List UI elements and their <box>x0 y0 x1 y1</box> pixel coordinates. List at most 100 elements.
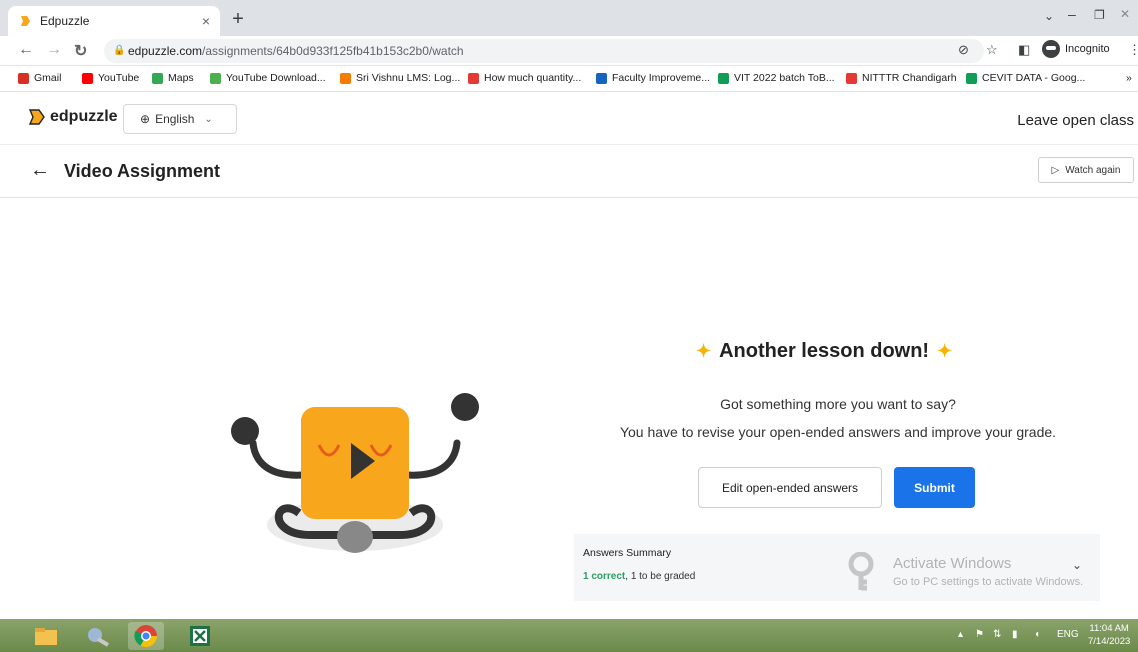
bookmark-favicon-icon <box>152 72 163 84</box>
logo-text: edpuzzle <box>50 108 118 125</box>
activate-windows-watermark: Activate Windows Go to PC settings to ac… <box>848 551 1083 597</box>
bookmark-favicon-icon <box>718 72 729 84</box>
eye-off-icon[interactable]: ⊘ <box>958 42 969 58</box>
bookmark-label: How much quantity... <box>484 72 582 84</box>
answers-summary-panel[interactable]: Answers Summary 1 correct, 1 to be grade… <box>574 534 1100 601</box>
language-select[interactable]: ⊕ English ⌄ <box>123 104 237 134</box>
mascot-right-arm <box>403 439 461 479</box>
mascot-left-hand <box>231 417 259 445</box>
side-panel-icon[interactable]: ◧ <box>1018 42 1030 58</box>
prompt-line-1: Got something more you want to say? <box>720 396 956 412</box>
bookmark-item[interactable]: Sri Vishnu LMS: Log... <box>340 72 460 84</box>
bookmark-label: YouTube Download... <box>226 72 326 84</box>
bookmark-label: Maps <box>168 72 194 84</box>
bookmarks-overflow-icon[interactable]: » <box>1126 72 1132 84</box>
edpuzzle-logo-icon <box>28 109 45 125</box>
tab-search-icon[interactable]: ⌄ <box>1044 9 1054 23</box>
reload-icon[interactable]: ↻ <box>74 41 87 61</box>
chevron-down-icon: ⌄ <box>204 113 213 125</box>
completion-headline: ✦ Another lesson down! ✦ <box>688 340 960 363</box>
url-path: /assignments/64b0d933f125fb41b153c2b0/wa… <box>202 44 464 58</box>
bookmark-item[interactable]: How much quantity... <box>468 72 581 84</box>
sparkle-icon: ✦ <box>937 341 953 361</box>
submit-button[interactable]: Submit <box>894 467 975 508</box>
bookmark-star-icon[interactable]: ☆ <box>986 42 998 58</box>
bookmark-item[interactable]: CEVIT DATA - Goog... <box>966 72 1085 84</box>
bookmark-favicon-icon <box>340 72 351 84</box>
input-language[interactable]: ENG <box>1057 629 1079 640</box>
watch-again-button[interactable]: ▷ Watch again <box>1038 157 1134 183</box>
new-tab-button[interactable]: + <box>226 8 250 32</box>
browser-toolbar: ← → ↻ 🔒 edpuzzle.com/assignments/64b0d93… <box>0 36 1138 66</box>
bookmark-label: CEVIT DATA - Goog... <box>982 72 1086 84</box>
network-icon[interactable]: ⇅ <box>993 629 1001 640</box>
play-outline-icon: ▷ <box>1051 164 1060 176</box>
restore-icon[interactable]: ❐ <box>1094 8 1105 22</box>
menu-kebab-icon[interactable]: ⋮ <box>1128 42 1138 58</box>
headline-text: Another lesson down! <box>719 340 930 362</box>
clock-time: 11:04 AM <box>1089 623 1129 634</box>
tab-close-icon[interactable]: × <box>202 13 210 29</box>
action-center-flag-icon[interactable]: ⚑ <box>975 629 984 640</box>
signal-bars-icon[interactable]: ▮ <box>1012 629 1018 640</box>
incognito-indicator[interactable]: Incognito <box>1042 40 1110 58</box>
incognito-icon <box>1042 40 1060 58</box>
browser-tab-strip: Edpuzzle × + ⌄ – ❐ ✕ <box>0 0 1138 36</box>
file-explorer-icon[interactable] <box>28 622 64 650</box>
bookmark-favicon-icon <box>596 72 607 84</box>
bookmark-label: NITTTR Chandigarh <box>862 72 957 84</box>
bookmark-item[interactable]: Gmail <box>18 72 61 84</box>
bookmark-favicon-icon <box>210 72 221 84</box>
edpuzzle-header: edpuzzle ⊕ English ⌄ Leave open class <box>0 93 1138 145</box>
bookmark-item[interactable]: YouTube <box>82 72 139 84</box>
activate-windows-title: Activate Windows <box>893 555 1012 572</box>
minimize-icon[interactable]: – <box>1068 6 1076 22</box>
language-label: English <box>155 112 195 126</box>
globe-icon: ⊕ <box>140 112 151 126</box>
leave-open-class-link[interactable]: Leave open class <box>1017 112 1134 129</box>
back-icon[interactable]: ← <box>18 41 34 59</box>
windows-taskbar: ▴ ⚑ ⇅ ▮ ◖ ENG 11:04 AM 7/14/2023 <box>0 619 1138 652</box>
chevron-down-icon[interactable]: ⌄ <box>1072 558 1082 572</box>
sparkle-icon: ✦ <box>696 341 712 361</box>
correct-count: 1 correct <box>583 571 626 582</box>
address-bar[interactable]: 🔒 edpuzzle.com/assignments/64b0d933f125f… <box>104 39 984 63</box>
edit-open-ended-answers-button[interactable]: Edit open-ended answers <box>698 467 882 508</box>
system-clock[interactable]: 11:04 AM 7/14/2023 <box>1088 622 1130 648</box>
answers-summary-title: Answers Summary <box>583 547 672 559</box>
browser-tab[interactable]: Edpuzzle × <box>8 6 220 36</box>
tab-title: Edpuzzle <box>40 14 90 28</box>
close-window-icon[interactable]: ✕ <box>1120 7 1130 21</box>
bookmark-label: Sri Vishnu LMS: Log... <box>356 72 461 84</box>
bookmark-favicon-icon <box>846 72 857 84</box>
bookmark-favicon-icon <box>468 72 479 84</box>
key-icon <box>848 551 874 591</box>
chrome-icon[interactable] <box>128 622 164 650</box>
clock-date: 7/14/2023 <box>1088 636 1131 647</box>
url-host: edpuzzle.com <box>128 44 203 58</box>
bookmark-favicon-icon <box>966 72 977 84</box>
bookmark-item[interactable]: YouTube Download... <box>210 72 326 84</box>
graded-count: 1 to be graded <box>630 571 696 582</box>
answers-summary-detail: 1 correct, 1 to be graded <box>583 571 695 582</box>
bookmark-label: YouTube <box>98 72 140 84</box>
bookmark-item[interactable]: VIT 2022 batch ToB... <box>718 72 835 84</box>
edpuzzle-logo[interactable]: edpuzzle <box>26 107 118 127</box>
back-arrow-icon[interactable]: ← <box>30 159 50 182</box>
bookmarks-bar: Gmail YouTube Maps YouTube Download... Sri V… <box>0 66 1138 92</box>
bookmark-item[interactable]: NITTTR Chandigarh <box>846 72 957 84</box>
control-panel-icon[interactable] <box>80 622 116 650</box>
prompt-line-2: You have to revise your open-ended answe… <box>619 424 1057 440</box>
page-title: Video Assignment <box>64 161 221 181</box>
excel-icon[interactable] <box>182 622 218 650</box>
bookmark-item[interactable]: Faculty Improveme... <box>596 72 710 84</box>
bookmark-favicon-icon <box>18 72 29 84</box>
bookmark-label: Faculty Improveme... <box>612 72 711 84</box>
show-hidden-icons-icon[interactable]: ▴ <box>958 629 963 640</box>
bookmark-item[interactable]: Maps <box>152 72 194 84</box>
volume-icon[interactable]: ◖ <box>1034 629 1040 640</box>
assignment-titlebar: ← Video Assignment ▷ Watch again <box>0 146 1138 198</box>
mascot-feet <box>337 521 373 553</box>
lock-icon: 🔒 <box>113 45 126 56</box>
forward-icon[interactable]: → <box>46 41 62 59</box>
